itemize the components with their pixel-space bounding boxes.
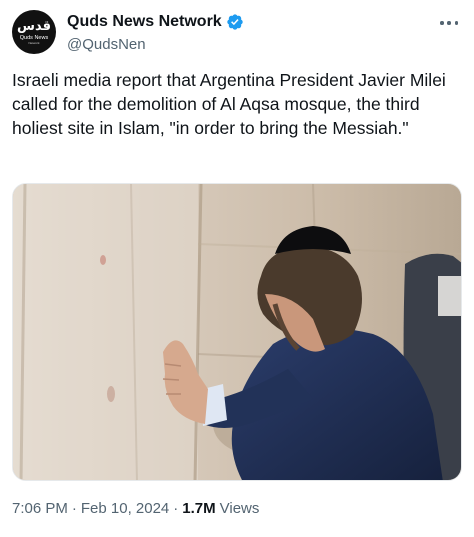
verified-badge-icon [227, 14, 243, 30]
tweet-card: قدس Quds News Network Quds News Network … [0, 0, 474, 537]
tweet-header: قدس Quds News Network Quds News Network … [12, 10, 462, 56]
tweet-meta: 7:06 PM · Feb 10, 2024 · 1.7M Views [12, 500, 259, 517]
views-count: 1.7M [182, 500, 216, 517]
display-name[interactable]: Quds News Network [67, 13, 222, 31]
meta-separator: · [173, 500, 179, 517]
display-name-row: Quds News Network [67, 12, 244, 32]
tweet-date[interactable]: Feb 10, 2024 [81, 500, 169, 517]
avatar-logo-arabic: قدس [17, 18, 51, 34]
more-dot [454, 21, 458, 25]
avatar[interactable]: قدس Quds News Network [12, 10, 56, 54]
more-options-icon[interactable] [438, 16, 460, 30]
tweet-text: Israeli media report that Argentina Pres… [12, 70, 446, 138]
photo-illustration [13, 184, 461, 480]
meta-separator: · [71, 500, 77, 517]
tweet-time[interactable]: 7:06 PM [12, 500, 68, 517]
more-dot [447, 21, 451, 25]
tweet-photo[interactable] [12, 183, 462, 481]
account-handle[interactable]: @QudsNen [67, 36, 244, 53]
account-names: Quds News Network @QudsNen [67, 12, 244, 53]
views-label: Views [219, 500, 260, 517]
avatar-logo-tagline: Network [28, 40, 40, 45]
more-dot [440, 21, 444, 25]
